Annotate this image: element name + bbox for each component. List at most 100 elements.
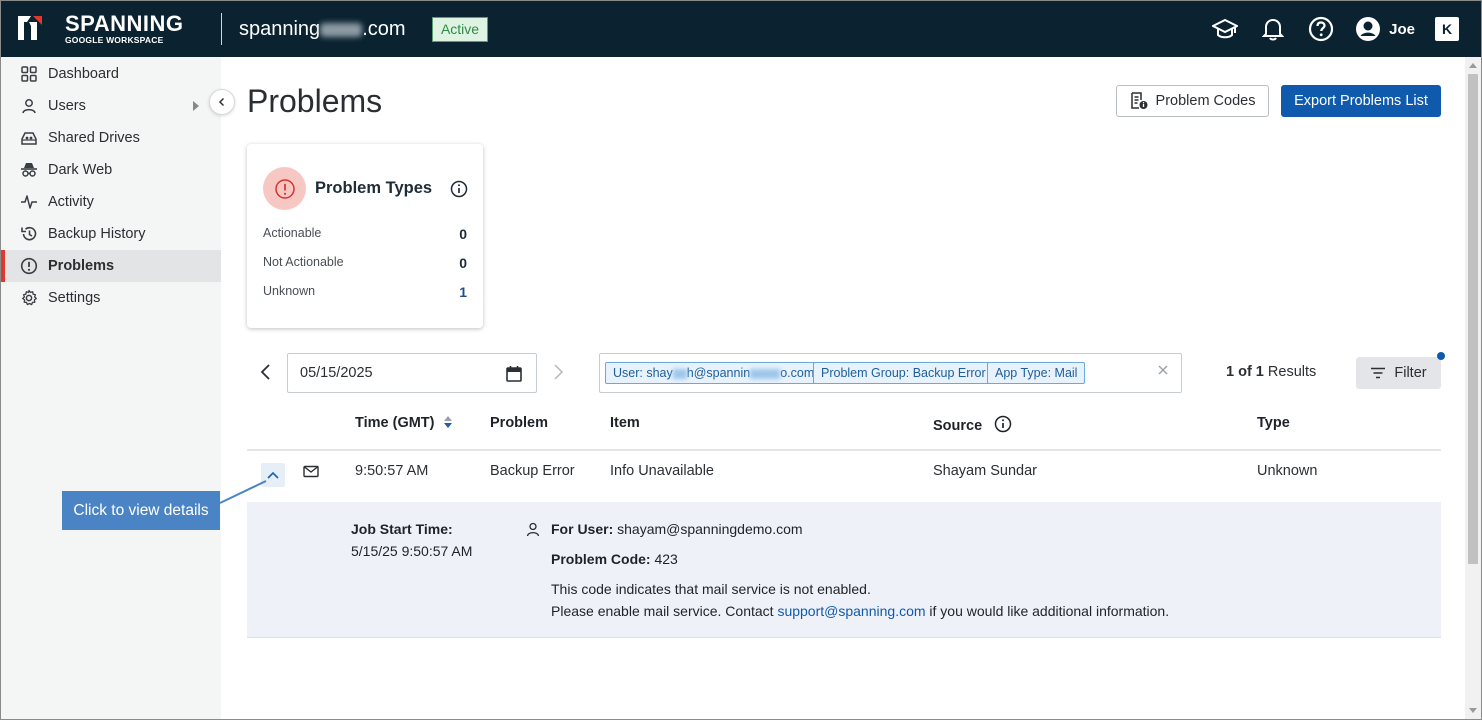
problem-type-label: Unknown <box>263 284 316 298</box>
sidebar-item-activity[interactable]: Activity <box>1 186 221 218</box>
shared-drive-icon <box>20 129 38 147</box>
top-bar: SPANNING GOOGLE WORKSPACE spanning .com A… <box>1 1 1481 57</box>
problem-type-count: 0 <box>459 226 467 242</box>
problem-codes-label: Problem Codes <box>1155 93 1256 109</box>
sidebar-item-dashboard[interactable]: Dashboard <box>1 58 221 90</box>
support-email-link[interactable]: support@spanning.com <box>777 603 925 619</box>
row-type: Unknown <box>1257 463 1318 479</box>
chevron-up-icon <box>267 471 279 479</box>
problem-type-count: 0 <box>459 255 467 271</box>
problem-description-line-1: This code indicates that mail service is… <box>551 581 871 597</box>
sidebar-item-label: Backup History <box>48 226 146 242</box>
date-input[interactable]: 05/15/2025 <box>287 353 537 393</box>
filter-chip-user[interactable]: User: shay h@spannin o.com <box>605 362 823 384</box>
column-header-item: Item <box>610 415 640 431</box>
filter-lines-icon <box>1371 367 1386 379</box>
alert-circle-icon <box>263 167 306 210</box>
date-value: 05/15/2025 <box>300 365 373 381</box>
chevron-left-icon <box>218 97 225 107</box>
kaseya-k-icon[interactable]: K <box>1435 17 1459 41</box>
brand-subtitle: GOOGLE WORKSPACE <box>65 35 164 45</box>
sidebar-item-settings[interactable]: Settings <box>1 282 221 314</box>
scroll-down-arrow-icon[interactable] <box>1469 708 1477 713</box>
document-info-icon <box>1130 92 1148 109</box>
clear-filters-icon[interactable] <box>1157 363 1169 381</box>
problem-type-row: Not Actionable 0 <box>263 255 467 271</box>
filter-chip-app-type[interactable]: App Type: Mail <box>987 362 1086 384</box>
calendar-icon[interactable] <box>506 365 522 386</box>
row-problem: Backup Error <box>490 463 575 479</box>
spanning-logo[interactable]: SPANNING GOOGLE WORKSPACE <box>15 13 184 45</box>
sidebar-item-problems[interactable]: Problems <box>1 250 221 282</box>
for-user-line: For User: shayam@spanningdemo.com <box>551 521 803 537</box>
collapse-sidebar-button[interactable] <box>209 89 235 115</box>
column-header-type: Type <box>1257 415 1290 431</box>
problem-type-label: Not Actionable <box>263 255 344 269</box>
sidebar-item-label: Dark Web <box>48 162 113 178</box>
info-icon[interactable] <box>994 415 1012 433</box>
history-icon <box>20 225 38 243</box>
vertical-scrollbar[interactable] <box>1465 57 1481 719</box>
problem-type-label: Actionable <box>263 226 322 240</box>
sidebar-item-label: Dashboard <box>48 66 119 82</box>
results-count: 1 of 1 Results <box>1226 364 1317 380</box>
table-header-divider <box>247 449 1441 451</box>
bell-icon[interactable] <box>1259 15 1287 43</box>
status-badge: Active <box>432 17 488 42</box>
filter-chip-problem-group[interactable]: Problem Group: Backup Error <box>813 362 994 384</box>
sidebar-item-label: Problems <box>48 258 115 274</box>
activity-icon <box>20 193 38 211</box>
sort-icon[interactable] <box>443 415 453 429</box>
problem-code-line: Problem Code: 423 <box>551 551 678 567</box>
mail-icon <box>303 465 319 483</box>
sidebar-item-dark-web[interactable]: Dark Web <box>1 154 221 186</box>
click-to-view-details-callout: Click to view details <box>62 491 220 530</box>
brand-name: SPANNING <box>65 11 184 36</box>
sidebar-item-label: Users <box>48 98 86 114</box>
row-time: 9:50:57 AM <box>355 463 429 479</box>
problem-types-title: Problem Types <box>315 179 433 197</box>
filter-button[interactable]: Filter <box>1356 357 1441 389</box>
previous-date-button[interactable] <box>259 363 273 386</box>
sidebar-item-label: Shared Drives <box>48 130 140 146</box>
sidebar-item-label: Activity <box>48 194 94 210</box>
user-icon <box>20 97 38 115</box>
problem-types-card: Problem Types Actionable 0 Not Actionabl… <box>247 144 483 328</box>
sidebar-item-users[interactable]: Users <box>1 90 221 122</box>
avatar-icon <box>1356 17 1381 41</box>
job-start-value: 5/15/25 9:50:57 AM <box>351 543 473 559</box>
sidebar-item-label: Settings <box>48 290 101 306</box>
column-header-problem: Problem <box>490 415 549 431</box>
export-problems-button[interactable]: Export Problems List <box>1281 85 1441 117</box>
alert-circle-icon <box>20 257 38 275</box>
row-source: Shayam Sundar <box>933 463 1037 479</box>
row-item: Info Unavailable <box>610 463 714 479</box>
sidebar-item-backup-history[interactable]: Backup History <box>1 218 221 250</box>
job-start-label: Job Start Time: <box>351 521 453 537</box>
scroll-up-arrow-icon[interactable] <box>1469 63 1477 68</box>
scrollbar-thumb[interactable] <box>1468 74 1478 564</box>
chevron-left-icon <box>260 364 270 380</box>
problem-type-row[interactable]: Unknown 1 <box>263 284 467 300</box>
filter-active-indicator <box>1437 352 1445 360</box>
user-menu[interactable]: Joe <box>1355 16 1415 42</box>
header-divider <box>221 13 222 45</box>
collapse-row-button[interactable] <box>261 463 285 487</box>
next-date-button[interactable] <box>551 363 565 386</box>
problem-codes-button[interactable]: Problem Codes <box>1116 85 1269 117</box>
column-header-source: Source <box>933 415 1012 434</box>
grid-icon <box>20 65 38 83</box>
sidebar-item-shared-drives[interactable]: Shared Drives <box>1 122 221 154</box>
problem-type-count[interactable]: 1 <box>459 284 467 300</box>
domain-name: spanning .com <box>239 18 406 40</box>
user-icon <box>526 522 540 542</box>
caret-right-icon[interactable] <box>193 101 199 111</box>
filter-label: Filter <box>1394 365 1427 381</box>
column-header-time[interactable]: Time (GMT) <box>355 415 453 431</box>
chevron-right-icon <box>554 364 564 380</box>
graduation-cap-icon[interactable] <box>1211 15 1239 43</box>
info-icon[interactable] <box>450 180 468 203</box>
active-filters-box[interactable]: User: shay h@spannin o.com Problem Group: … <box>599 353 1182 393</box>
spanning-logo-icon <box>15 14 43 44</box>
help-icon[interactable] <box>1307 15 1335 43</box>
